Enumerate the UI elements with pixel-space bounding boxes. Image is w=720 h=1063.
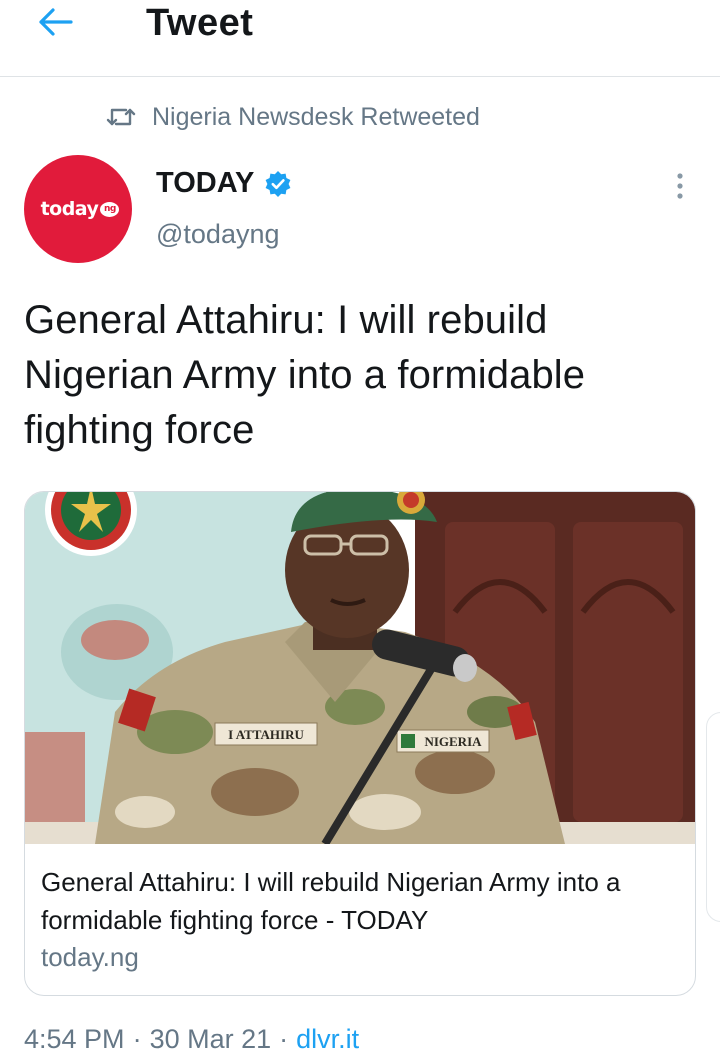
author-handle[interactable]: @todayng bbox=[156, 219, 280, 250]
more-vertical-icon bbox=[675, 171, 685, 206]
tweet-meta: 4:54 PM · 30 Mar 21 · dlvr.it bbox=[24, 1024, 359, 1055]
author-name-label: TODAY bbox=[156, 167, 255, 199]
meta-separator: · bbox=[279, 1024, 289, 1054]
retweeted-by[interactable]: Nigeria Newsdesk Retweeted bbox=[106, 100, 480, 134]
meta-separator: · bbox=[132, 1024, 142, 1054]
tweet-date: 30 Mar 21 bbox=[149, 1024, 272, 1054]
arrow-left-icon bbox=[37, 7, 73, 42]
side-panel-handle[interactable] bbox=[706, 712, 720, 922]
card-domain: today.ng bbox=[41, 942, 139, 972]
more-options-button[interactable] bbox=[662, 170, 698, 206]
link-card[interactable]: I ATTAHIRU NIGERIA General Attahiru: I w… bbox=[24, 491, 696, 996]
card-image: I ATTAHIRU NIGERIA bbox=[25, 492, 695, 844]
name-tag-text: I ATTAHIRU bbox=[228, 727, 304, 742]
page-title: Tweet bbox=[146, 2, 254, 44]
retweet-icon bbox=[106, 104, 136, 130]
verified-badge-icon bbox=[264, 170, 292, 198]
tweet-text: General Attahiru: I will rebuild Nigeria… bbox=[24, 298, 586, 452]
avatar[interactable]: today ng bbox=[24, 155, 132, 263]
retweeted-by-label: Nigeria Newsdesk Retweeted bbox=[152, 102, 480, 131]
today-logo: today ng bbox=[41, 198, 120, 220]
back-button[interactable] bbox=[30, 4, 80, 44]
card-title: General Attahiru: I will rebuild Nigeria… bbox=[41, 867, 621, 935]
tweet-time: 4:54 PM bbox=[24, 1024, 125, 1054]
tweet-source-link[interactable]: dlvr.it bbox=[296, 1024, 359, 1055]
author-name[interactable]: TODAY bbox=[156, 167, 292, 200]
top-bar: Tweet bbox=[0, 0, 720, 77]
country-tag-text: NIGERIA bbox=[424, 734, 482, 749]
